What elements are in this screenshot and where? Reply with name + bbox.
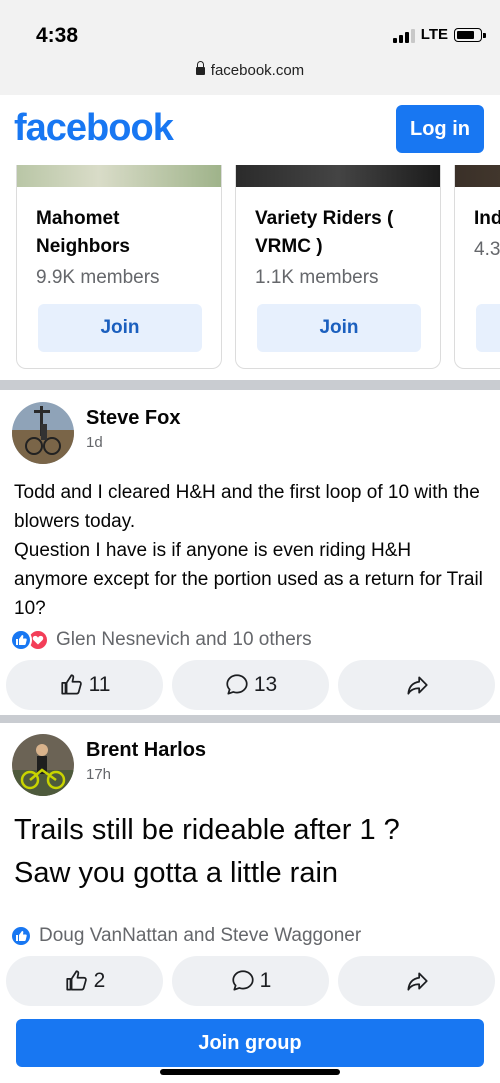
feed-post: Brent Harlos 17h Trails still be rideabl… <box>0 723 500 1008</box>
facebook-logo[interactable]: facebook <box>14 107 174 150</box>
reaction-text: Glen Nesnevich and 10 others <box>56 629 312 650</box>
thumbs-up-icon <box>66 970 87 991</box>
comment-button[interactable]: 13 <box>172 660 329 710</box>
home-indicator[interactable] <box>160 1069 340 1075</box>
share-icon <box>406 972 428 991</box>
comment-count: 1 <box>259 969 272 992</box>
lock-icon <box>195 61 205 75</box>
battery-icon <box>454 27 486 42</box>
post-author[interactable]: Brent Harlos <box>86 739 206 762</box>
thumbs-up-icon <box>60 674 82 695</box>
avatar[interactable] <box>12 734 74 796</box>
status-time: 4:38 <box>36 24 79 47</box>
signal-icon <box>392 27 415 43</box>
group-card[interactable]: Ind 4.3 <box>454 165 500 369</box>
share-button[interactable] <box>338 956 495 1006</box>
post-time[interactable]: 1d <box>86 434 103 451</box>
group-name: Ind <box>474 208 500 229</box>
comment-icon <box>232 970 254 991</box>
comment-button[interactable]: 1 <box>172 956 329 1006</box>
join-button[interactable] <box>476 304 500 352</box>
comment-icon <box>226 674 248 695</box>
post-time[interactable]: 17h <box>86 766 111 783</box>
like-count: 2 <box>93 969 106 992</box>
login-button[interactable]: Log in <box>396 105 484 153</box>
address-bar[interactable]: facebook.com <box>0 61 500 79</box>
post-text: Trails still be rideable after 1 ? Saw y… <box>14 814 400 889</box>
group-card[interactable]: Variety Riders ( VRMC ) 1.1K members Joi… <box>235 165 441 369</box>
share-button[interactable] <box>338 660 495 710</box>
site-header: facebook Log in <box>0 95 500 165</box>
reaction-summary[interactable]: Glen Nesnevich and 10 others <box>10 629 312 651</box>
like-count: 11 <box>88 673 111 696</box>
section-divider <box>0 715 500 723</box>
post-actions: 11 13 <box>6 660 496 710</box>
url-text: facebook.com <box>210 62 305 79</box>
like-button[interactable]: 11 <box>6 660 163 710</box>
like-icon <box>10 925 32 947</box>
status-indicators: LTE <box>392 26 486 43</box>
like-button[interactable]: 2 <box>6 956 163 1006</box>
reaction-text: Doug VanNattan and Steve Waggoner <box>39 925 362 946</box>
comment-count: 13 <box>253 673 278 696</box>
post-text: Todd and I cleared H&H and the first loo… <box>14 482 483 619</box>
share-icon <box>406 676 428 695</box>
section-divider <box>0 380 500 390</box>
group-members: 1.1K members <box>255 267 379 288</box>
join-button[interactable]: Join <box>257 304 421 352</box>
feed-post: Steve Fox 1d Todd and I cleared H&H and … <box>0 390 500 715</box>
reaction-summary[interactable]: Doug VanNattan and Steve Waggoner <box>10 925 361 947</box>
join-group-button[interactable]: Join group <box>16 1019 484 1067</box>
group-name: Mahomet Neighbors <box>36 208 130 257</box>
group-cover-image <box>455 165 500 187</box>
like-icon <box>10 629 32 651</box>
group-members: 9.9K members <box>36 267 160 288</box>
group-cover-image <box>17 165 221 187</box>
network-label: LTE <box>420 26 448 43</box>
group-name: Variety Riders ( VRMC ) <box>255 208 394 257</box>
post-actions: 2 1 <box>6 956 496 1006</box>
status-bar: 4:38 LTE facebook.com <box>0 0 500 95</box>
join-button[interactable]: Join <box>38 304 202 352</box>
group-card[interactable]: Mahomet Neighbors 9.9K members Join <box>16 165 222 369</box>
group-members: 4.3 <box>474 239 500 260</box>
avatar[interactable] <box>12 402 74 464</box>
group-cover-image <box>236 165 440 187</box>
post-author[interactable]: Steve Fox <box>86 407 180 430</box>
group-suggestions-carousel[interactable]: Mahomet Neighbors 9.9K members Join Vari… <box>0 165 500 380</box>
